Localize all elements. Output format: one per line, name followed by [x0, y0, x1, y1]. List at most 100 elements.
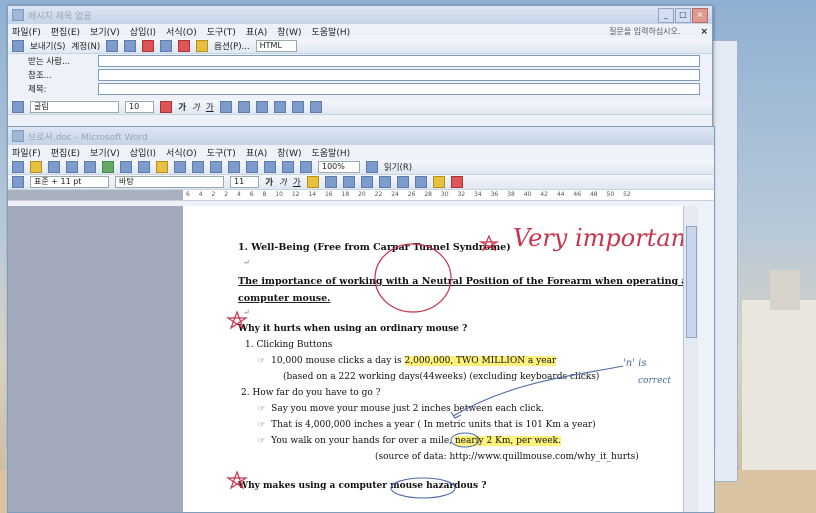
- importance-low-icon[interactable]: [160, 40, 173, 52]
- menu-insert[interactable]: 삽입(I): [130, 25, 156, 38]
- cc-label[interactable]: 참조...: [28, 69, 98, 81]
- menu-tools[interactable]: 도구(T): [207, 25, 236, 38]
- document-workarea: 1. Well-Being (Free from Carpar Tunnel S…: [8, 206, 698, 512]
- align-center-icon[interactable]: [237, 101, 250, 113]
- align-right-icon[interactable]: [255, 101, 268, 113]
- word-menu-edit[interactable]: 편집(E): [51, 146, 80, 159]
- style-icon[interactable]: [12, 101, 24, 113]
- to-input[interactable]: [98, 55, 700, 67]
- print-icon[interactable]: [66, 161, 78, 173]
- menu-window[interactable]: 창(W): [277, 25, 301, 38]
- indent-icon[interactable]: [309, 101, 322, 113]
- ruler-margin: [8, 190, 183, 200]
- account-button[interactable]: 계정(N): [72, 40, 101, 52]
- line-spacing-icon[interactable]: [360, 176, 373, 188]
- hyperlink-icon[interactable]: [228, 161, 240, 173]
- options-icon[interactable]: [196, 40, 209, 52]
- size-select[interactable]: 10: [125, 101, 155, 113]
- document-page[interactable]: 1. Well-Being (Free from Carpar Tunnel S…: [183, 206, 698, 512]
- close-button[interactable]: ×: [692, 7, 708, 23]
- doc-subheading-line2: computer mouse.: [238, 293, 331, 304]
- horizontal-ruler[interactable]: 6 4 2 2 4 6 8 10 12 14 16 18 20 22 24 26…: [8, 190, 714, 201]
- word-font-color-icon[interactable]: [450, 176, 463, 188]
- doc-bullet-2a: ☞ Say you move your mouse just 2 inches b…: [258, 404, 544, 414]
- word-window: 브로셔.doc - Microsoft Word 파일(F) 편집(E) 보기(…: [7, 126, 715, 513]
- word-menu-insert[interactable]: 삽입(I): [130, 146, 156, 159]
- word-menu-view[interactable]: 보기(V): [90, 146, 120, 159]
- scrollbar-thumb[interactable]: [686, 226, 697, 338]
- handwriting-very-important: Very important: [513, 224, 696, 252]
- flag-icon[interactable]: [178, 40, 191, 52]
- show-marks-icon[interactable]: [300, 161, 312, 173]
- menu-format[interactable]: 서식(O): [166, 25, 197, 38]
- open-icon[interactable]: [30, 161, 42, 173]
- subject-input[interactable]: [98, 83, 700, 95]
- word-menu-format[interactable]: 서식(O): [166, 146, 197, 159]
- word-underline-icon[interactable]: 가: [293, 176, 301, 188]
- drawing-icon[interactable]: [282, 161, 294, 173]
- preview-icon[interactable]: [84, 161, 96, 173]
- word-menu-file[interactable]: 파일(F): [12, 146, 41, 159]
- word-numbering-icon[interactable]: [378, 176, 391, 188]
- font-color-icon[interactable]: [160, 101, 173, 113]
- importance-high-icon[interactable]: [142, 40, 155, 52]
- word-align-center-icon[interactable]: [324, 176, 337, 188]
- align-justify-icon[interactable]: [306, 176, 319, 188]
- word-italic-icon[interactable]: 가: [279, 176, 287, 188]
- italic-icon[interactable]: 가: [192, 101, 200, 113]
- word-menu-table[interactable]: 표(A): [246, 146, 267, 159]
- align-left-icon[interactable]: [219, 101, 232, 113]
- style-select[interactable]: 표준 + 11 pt: [30, 176, 109, 188]
- menu-file[interactable]: 파일(F): [12, 25, 41, 38]
- cc-field-row: 참조...: [8, 68, 712, 82]
- cc-input[interactable]: [98, 69, 700, 81]
- menu-view[interactable]: 보기(V): [90, 25, 120, 38]
- save-icon[interactable]: [48, 161, 60, 173]
- help-icon[interactable]: [365, 161, 378, 173]
- spelling-icon[interactable]: [102, 161, 114, 173]
- send-icon: [12, 40, 24, 52]
- background-building-top: [770, 270, 800, 310]
- vertical-scrollbar[interactable]: [683, 206, 698, 512]
- read-button[interactable]: 읽기(R): [384, 161, 412, 173]
- word-font-select[interactable]: 바탕: [115, 176, 224, 188]
- styles-pane-icon[interactable]: [12, 176, 24, 188]
- bullets-icon[interactable]: [291, 101, 304, 113]
- minimize-button[interactable]: _: [658, 7, 674, 23]
- help-search-box[interactable]: 질문을 입력하십시오.: [609, 26, 680, 37]
- format-painter-icon[interactable]: [174, 161, 186, 173]
- address-book-icon[interactable]: [124, 40, 137, 52]
- paste-icon[interactable]: [156, 161, 168, 173]
- to-label[interactable]: 받는 사람...: [28, 55, 98, 67]
- copy-icon[interactable]: [138, 161, 150, 173]
- new-doc-icon[interactable]: [12, 161, 24, 173]
- redo-icon[interactable]: [210, 161, 222, 173]
- close-doc-icon[interactable]: ×: [700, 27, 708, 37]
- word-size-select[interactable]: 11: [230, 176, 260, 188]
- menu-edit[interactable]: 편집(E): [51, 25, 80, 38]
- word-bullets-icon[interactable]: [396, 176, 409, 188]
- menu-table[interactable]: 표(A): [246, 25, 267, 38]
- bold-icon[interactable]: 가: [178, 101, 186, 113]
- zoom-select[interactable]: 100%: [318, 161, 360, 173]
- maximize-button[interactable]: □: [675, 7, 691, 23]
- table-icon[interactable]: [246, 161, 258, 173]
- attach-icon[interactable]: [106, 40, 119, 52]
- options-button[interactable]: 옵션(P)...: [214, 40, 250, 52]
- word-menu-window[interactable]: 창(W): [277, 146, 301, 159]
- underline-icon[interactable]: 가: [206, 101, 214, 113]
- word-menu-tools[interactable]: 도구(T): [207, 146, 236, 159]
- word-align-right-icon[interactable]: [342, 176, 355, 188]
- font-select[interactable]: 굴림: [30, 101, 119, 113]
- format-select[interactable]: HTML: [255, 40, 297, 52]
- word-menu-help[interactable]: 도움말(H): [311, 146, 350, 159]
- highlight-icon[interactable]: [432, 176, 445, 188]
- word-bold-icon[interactable]: 가: [265, 176, 273, 188]
- decrease-indent-icon[interactable]: [414, 176, 427, 188]
- undo-icon[interactable]: [192, 161, 204, 173]
- numbering-icon[interactable]: [273, 101, 286, 113]
- columns-icon[interactable]: [264, 161, 276, 173]
- cut-icon[interactable]: [120, 161, 132, 173]
- send-button[interactable]: 보내기(S): [30, 40, 66, 52]
- menu-help[interactable]: 도움말(H): [311, 25, 350, 38]
